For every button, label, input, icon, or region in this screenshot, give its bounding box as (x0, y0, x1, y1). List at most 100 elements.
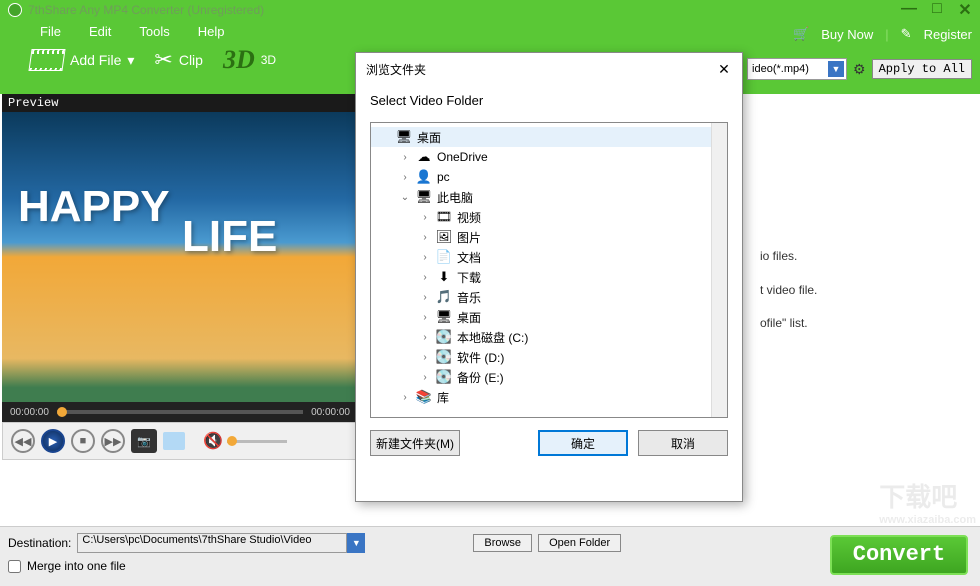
buy-now-link[interactable]: Buy Now (821, 27, 873, 42)
expand-icon[interactable]: › (399, 152, 411, 163)
tree-item[interactable]: ›📚库 (371, 387, 727, 407)
tree-item[interactable]: ›📄文档 (371, 247, 727, 267)
apply-to-all-button[interactable]: Apply to All (872, 59, 972, 79)
disk-icon: 💽 (435, 349, 453, 365)
expand-icon[interactable]: › (399, 172, 411, 183)
destination-label: Destination: (8, 536, 71, 550)
expand-icon[interactable]: ⌄ (399, 192, 411, 203)
expand-icon[interactable]: › (419, 372, 431, 383)
browse-button[interactable]: Browse (473, 534, 532, 552)
hint-line-1: io files. (760, 240, 817, 274)
tree-item-label: 音乐 (457, 289, 481, 306)
chevron-down-icon[interactable]: ▼ (347, 533, 365, 553)
merge-label: Merge into one file (27, 559, 126, 573)
speaker-icon[interactable]: 🔇 (203, 431, 223, 451)
expand-icon[interactable]: › (419, 332, 431, 343)
menu-edit[interactable]: Edit (89, 24, 111, 39)
prev-button[interactable]: ◀◀ (11, 429, 35, 453)
tree-item[interactable]: ›🖥桌面 (371, 307, 727, 327)
dialog-title: 浏览文件夹 (356, 53, 742, 85)
3d-button[interactable]: 3D 3D (223, 45, 276, 75)
tree-item-label: 下载 (457, 269, 481, 286)
merge-checkbox[interactable] (8, 560, 21, 573)
expand-icon[interactable]: › (419, 312, 431, 323)
menu-file[interactable]: File (40, 24, 61, 39)
open-folder-button[interactable]: Open Folder (538, 534, 621, 552)
tree-item-label: 视频 (457, 209, 481, 226)
ok-button[interactable]: 确定 (538, 430, 628, 456)
tree-item[interactable]: › ⬇下载 (371, 267, 727, 287)
desktop-icon: 🖥 (395, 129, 413, 145)
close-button[interactable]: ✕ (954, 0, 976, 16)
volume-slider[interactable] (227, 440, 287, 443)
tree-item[interactable]: › 💽软件 (D:) (371, 347, 727, 367)
tree-item[interactable]: ›💽备份 (E:) (371, 367, 727, 387)
dialog-close-button[interactable]: ✕ (712, 57, 736, 81)
tree-item-label: 库 (437, 389, 449, 406)
tree-item[interactable]: 🖥桌面 (371, 127, 727, 147)
watermark-text: 下载吧 (879, 482, 957, 512)
snapshot-folder-button[interactable] (163, 432, 185, 450)
add-file-label: Add File (70, 52, 121, 68)
gear-icon[interactable]: ⚙ (853, 61, 866, 78)
maximize-button[interactable]: □ (926, 0, 948, 16)
app-title: 7thShare Any MP4 Converter (Unregistered… (28, 3, 264, 17)
chevron-down-icon: ▼ (828, 61, 844, 77)
menu-tools[interactable]: Tools (139, 24, 169, 39)
video-preview: HAPPY LIFE (2, 112, 358, 402)
volume-control: 🔇 (203, 431, 287, 451)
tree-item-label: 本地磁盘 (C:) (457, 329, 528, 346)
tree-item-label: 桌面 (417, 129, 441, 146)
chevron-down-icon: ▾ (127, 52, 134, 69)
expand-icon[interactable]: › (419, 352, 431, 363)
expand-icon[interactable]: › (419, 232, 431, 243)
cancel-button[interactable]: 取消 (638, 430, 728, 456)
destination-input[interactable]: C:\Users\pc\Documents\7thShare Studio\Vi… (77, 533, 347, 553)
scrubber[interactable] (57, 410, 303, 414)
tree-item[interactable]: ›☁OneDrive (371, 147, 727, 167)
watermark: 下载吧 www.xiazaiba.com (879, 477, 976, 526)
folder-tree: 🖥桌面›☁OneDrive›👤pc⌄🖥此电脑›🎞视频›🖼图片›📄文档›⬇下载›🎵… (370, 122, 728, 418)
expand-icon[interactable]: › (419, 252, 431, 263)
register-link[interactable]: Register (924, 27, 972, 42)
tree-item-label: 图片 (457, 229, 481, 246)
hints-text: io files. t video file. ofile" list. (760, 240, 817, 341)
expand-icon[interactable]: › (399, 392, 411, 403)
profile-select[interactable]: ideo(*.mp4) ▼ (747, 58, 847, 80)
tree-item-label: 软件 (D:) (457, 349, 504, 366)
title-bar: 7thShare Any MP4 Converter (Unregistered… (0, 0, 980, 20)
snapshot-button[interactable]: 📷 (131, 429, 157, 453)
separator: | (885, 27, 888, 42)
computer-icon: 🖥 (415, 189, 433, 205)
tree-item-label: 备份 (E:) (457, 369, 504, 386)
tree-item[interactable]: ›🎵音乐 (371, 287, 727, 307)
tree-item[interactable]: › 💽本地磁盘 (C:) (371, 327, 727, 347)
new-folder-button[interactable]: 新建文件夹(M) (370, 430, 460, 456)
expand-icon[interactable]: › (419, 292, 431, 303)
bottom-bar: Destination: C:\Users\pc\Documents\7thSh… (0, 526, 980, 586)
expand-icon[interactable]: › (419, 272, 431, 283)
disk-icon: 💽 (435, 329, 453, 345)
vertical-scrollbar[interactable] (711, 123, 727, 417)
tree-item-label: 桌面 (457, 309, 481, 326)
expand-icon[interactable]: › (419, 212, 431, 223)
tree-item[interactable]: ›🎞视频 (371, 207, 727, 227)
convert-button[interactable]: Convert (830, 535, 968, 575)
tree-item[interactable]: ›🖼图片 (371, 227, 727, 247)
add-file-button[interactable]: Add File ▾ (30, 49, 134, 71)
3d-icon: 3D (223, 45, 255, 75)
tree-item[interactable]: ⌄🖥此电脑 (371, 187, 727, 207)
minimize-button[interactable]: — (898, 0, 920, 16)
clip-button[interactable]: ✂ Clip (154, 47, 203, 73)
next-button[interactable]: ▶▶ (101, 429, 125, 453)
stop-button[interactable]: ■ (71, 429, 95, 453)
dialog-subtitle: Select Video Folder (356, 85, 742, 122)
tree-item[interactable]: ›👤pc (371, 167, 727, 187)
profile-row: ideo(*.mp4) ▼ ⚙ Apply to All (747, 58, 972, 80)
scissors-icon: ✂ (154, 47, 172, 73)
time-end: 00:00:00 (311, 407, 350, 418)
menu-help[interactable]: Help (198, 24, 225, 39)
play-button[interactable]: ▶ (41, 429, 65, 453)
video-text-life: LIFE (182, 212, 277, 262)
downloads-icon: ⬇ (435, 269, 453, 285)
